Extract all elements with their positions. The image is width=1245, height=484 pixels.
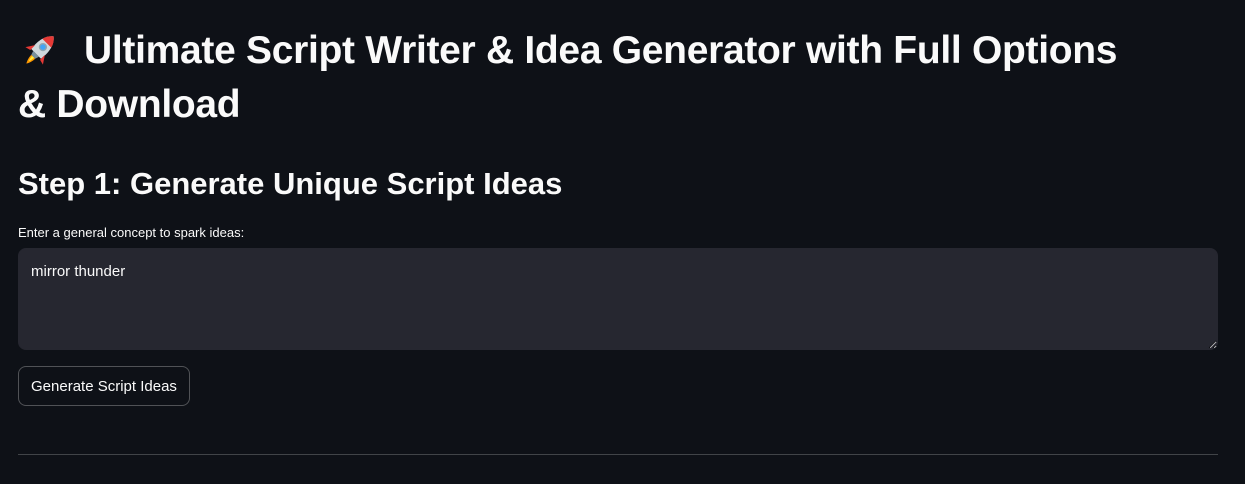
page-title-text-line2: & Download <box>18 83 241 126</box>
page-title-text: Ultimate Script Writer & Idea Generator … <box>84 29 1118 72</box>
section-divider <box>18 454 1218 455</box>
main-content: Ultimate Script Writer & Idea Generator … <box>18 0 1218 455</box>
concept-label: Enter a general concept to spark ideas: <box>18 225 245 240</box>
page-title: Ultimate Script Writer & Idea Generator … <box>18 0 1218 132</box>
step1-heading: Step 1: Generate Unique Script Ideas <box>18 166 563 201</box>
concept-input[interactable]: mirror thunder <box>18 248 1218 350</box>
generate-script-ideas-button[interactable]: Generate Script Ideas <box>18 366 190 406</box>
rocket-icon <box>18 28 62 72</box>
page-title-line1: Ultimate Script Writer & Idea Generator … <box>18 24 1117 78</box>
